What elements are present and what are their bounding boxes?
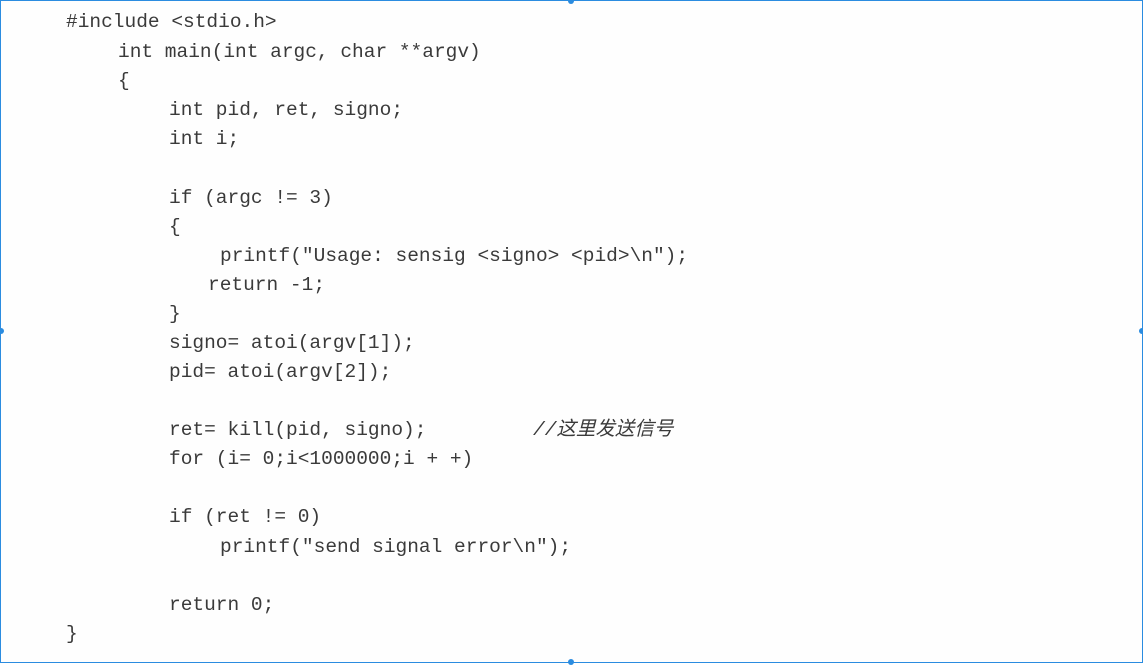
code-line: for (i= 0;i<1000000;i + +) <box>169 448 474 470</box>
code-block: #include <stdio.h> int main(int argc, ch… <box>1 1 1142 662</box>
image-frame: #include <stdio.h> int main(int argc, ch… <box>0 0 1143 665</box>
code-line: ret= kill(pid, signo); <box>169 419 427 441</box>
code-line: return -1; <box>208 274 326 296</box>
code-line: if (argc != 3) <box>169 187 333 209</box>
code-line: pid= atoi(argv[2]); <box>169 361 392 383</box>
code-line: { <box>118 70 130 92</box>
code-line: { <box>169 216 181 238</box>
code-line: } <box>66 623 78 645</box>
code-comment: //这里发送信号 <box>533 419 674 441</box>
code-line: int i; <box>169 128 240 150</box>
code-line: #include <stdio.h> <box>66 11 277 33</box>
code-line: int pid, ret, signo; <box>169 99 404 121</box>
code-line: } <box>169 303 181 325</box>
code-line: printf("Usage: sensig <signo> <pid>\n"); <box>220 245 689 267</box>
code-line: return 0; <box>169 594 275 616</box>
code-line: signo= atoi(argv[1]); <box>169 332 415 354</box>
code-line: printf("send signal error\n"); <box>220 536 572 558</box>
code-line: int main(int argc, char **argv) <box>118 41 481 63</box>
code-line: if (ret != 0) <box>169 506 322 528</box>
